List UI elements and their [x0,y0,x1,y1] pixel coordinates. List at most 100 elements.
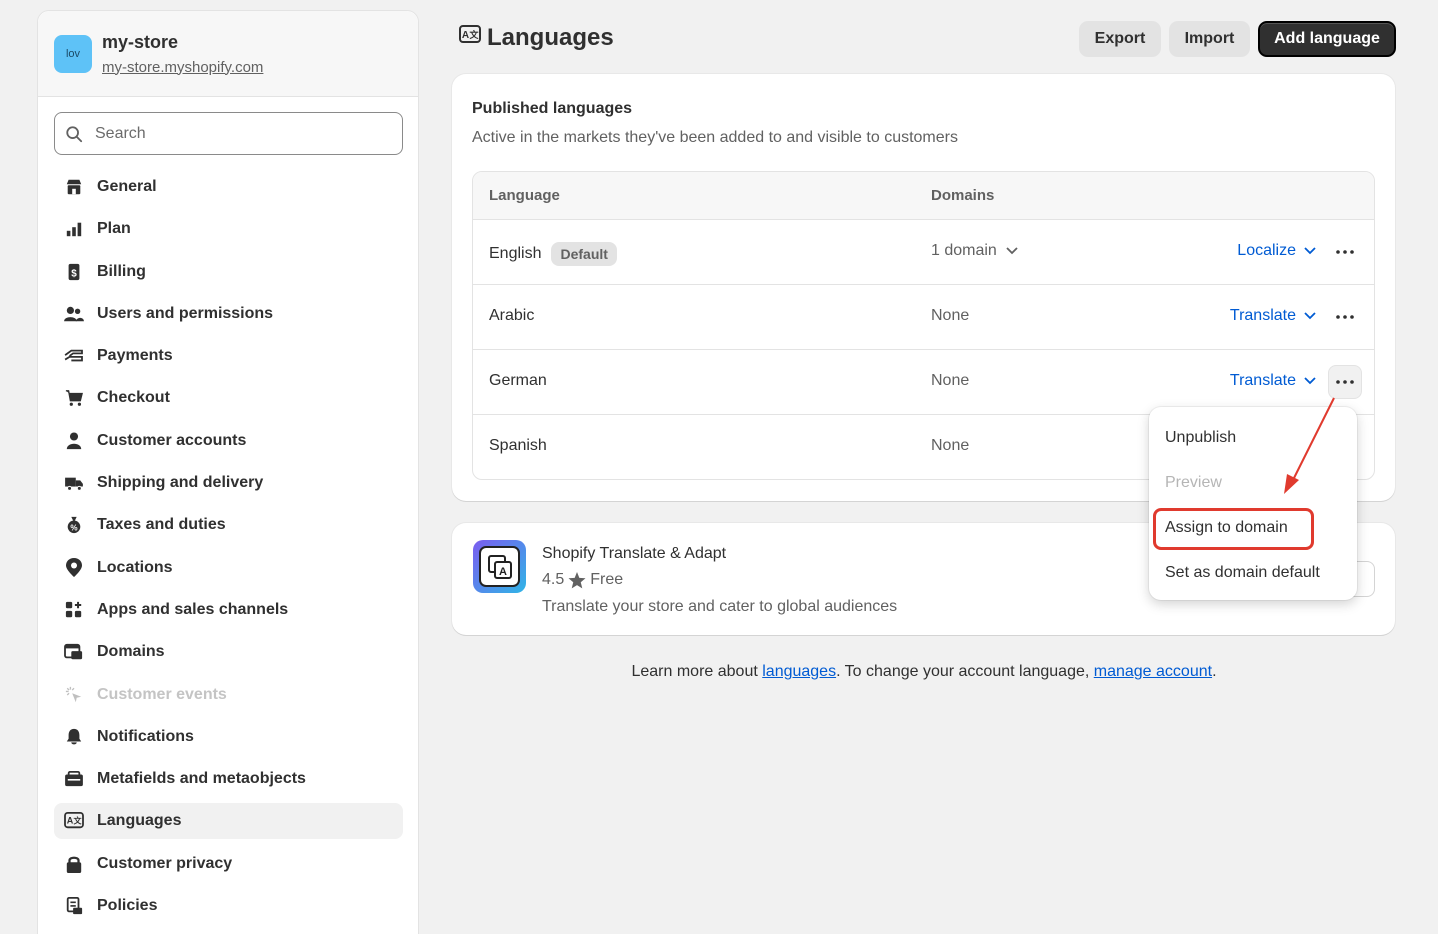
nav-label: Shipping and delivery [97,474,264,492]
metafields-icon [63,768,85,790]
billing-icon: $ [63,261,85,283]
nav-item-shipping[interactable]: Shipping and delivery [54,465,403,501]
card-subtitle: Active in the markets they've been added… [472,129,958,146]
page-title: A文 Languages [459,24,614,52]
nav-label: Billing [97,262,146,280]
nav-item-locations[interactable]: Locations [54,550,403,586]
nav-label: Languages [97,812,182,830]
column-header-language: Language [489,187,560,204]
translate-button[interactable]: Translate [1230,307,1316,325]
annotation-highlight-box [1153,508,1314,550]
domains-value: None [931,372,970,389]
nav-item-customer-accounts[interactable]: Customer accounts [54,423,403,459]
footer-help-text: Learn more about languages. To change yo… [0,663,1438,681]
app-description: Translate your store and cater to global… [542,598,898,615]
localize-button[interactable]: Localize [1237,242,1316,260]
nav-item-notifications[interactable]: Notifications [54,719,403,755]
plan-icon [63,218,85,240]
chevron-down-icon [1304,377,1316,385]
more-actions-menu: Unpublish Preview Assign to domain Set a… [1149,407,1357,600]
svg-text:$: $ [71,268,77,279]
apps-icon [63,599,85,621]
chevron-down-icon [1304,247,1316,255]
language-name: Spanish [489,437,547,454]
table-header: Language Domains [473,172,1374,220]
more-actions-button[interactable] [1328,300,1362,334]
default-badge: Default [551,242,617,266]
svg-text:文: 文 [468,29,479,41]
more-actions-button[interactable] [1328,365,1362,399]
nav-item-checkout[interactable]: Checkout [54,380,403,416]
nav-item-general[interactable]: General [54,169,403,205]
table-row: English Default 1 domain Localize [473,220,1374,285]
menu-item-set-domain-default[interactable]: Set as domain default [1165,564,1320,582]
app-name[interactable]: Shopify Translate & Adapt [542,545,726,563]
export-button[interactable]: Export [1079,21,1161,57]
language-cell: English Default [489,242,617,266]
payments-icon [63,345,85,367]
domains-dropdown[interactable]: 1 domain [931,242,1018,260]
search-icon [66,125,83,142]
languages-icon: A文 [63,810,85,832]
nav-label: Notifications [97,727,194,745]
language-name: German [489,372,547,389]
star-icon [568,571,586,588]
rating-value: 4.5 [542,571,565,588]
ellipsis-icon [1336,315,1354,319]
manage-account-link[interactable]: manage account [1094,663,1212,680]
domains-value: 1 domain [931,242,997,259]
search-box[interactable] [54,112,403,155]
nav-label: Customer accounts [97,431,247,449]
language-cell: German [489,372,547,390]
search-input[interactable] [95,124,385,143]
location-icon [63,557,85,579]
store-header[interactable]: lov my-store my-store.myshopify.com [38,11,418,97]
nav-label: Payments [97,347,173,365]
menu-item-preview: Preview [1165,474,1222,491]
nav-item-languages[interactable]: A文 Languages [54,803,403,840]
store-url-link[interactable]: my-store.myshopify.com [102,59,263,76]
nav-item-taxes[interactable]: % Taxes and duties [54,507,403,543]
chevron-down-icon [1304,312,1316,320]
domains-icon [63,641,85,663]
nav-item-policies[interactable]: Policies [54,888,403,924]
more-actions-button[interactable] [1328,235,1362,269]
svg-text:A: A [67,816,74,826]
add-language-button[interactable]: Add language [1258,21,1396,57]
nav-label: Users and permissions [97,304,274,322]
store-name: my-store [102,31,179,52]
nav-item-payments[interactable]: Payments [54,338,403,374]
import-button[interactable]: Import [1169,21,1250,57]
languages-link[interactable]: languages [762,663,836,680]
nav-label: Plan [97,220,131,238]
languages-icon: A文 [459,24,481,52]
action-label: Translate [1229,307,1296,324]
person-icon [63,430,85,452]
table-row: Arabic None Translate [473,285,1374,350]
nav-item-users[interactable]: Users and permissions [54,296,403,332]
footer-text: . To change your account language, [836,663,1094,680]
users-icon [63,303,85,325]
nav-label: General [97,178,157,195]
nav-label: Taxes and duties [97,516,226,534]
nav-item-customer-privacy[interactable]: Customer privacy [54,846,403,882]
svg-text:%: % [70,524,77,533]
translate-button[interactable]: Translate [1230,372,1316,390]
footer-text: Learn more about [631,663,763,680]
nav-item-plan[interactable]: Plan [54,211,403,247]
language-cell: Spanish [489,437,547,455]
domains-value: None [931,437,970,454]
nav-label: Apps and sales channels [97,600,289,618]
nav-item-apps[interactable]: Apps and sales channels [54,592,403,628]
domains-value: None [931,307,970,324]
menu-item-unpublish[interactable]: Unpublish [1165,429,1236,447]
lock-icon [63,853,85,875]
nav-item-billing[interactable]: $ Billing [54,254,403,290]
store-avatar: lov [54,34,92,73]
nav-item-metafields[interactable]: Metafields and metaobjects [54,761,403,797]
bell-icon [63,726,85,748]
chevron-down-icon [1006,247,1018,255]
translate-icon: A [479,546,520,587]
nav-item-customer-events[interactable]: Customer events [54,677,403,713]
page-title-text: Languages [487,24,614,51]
